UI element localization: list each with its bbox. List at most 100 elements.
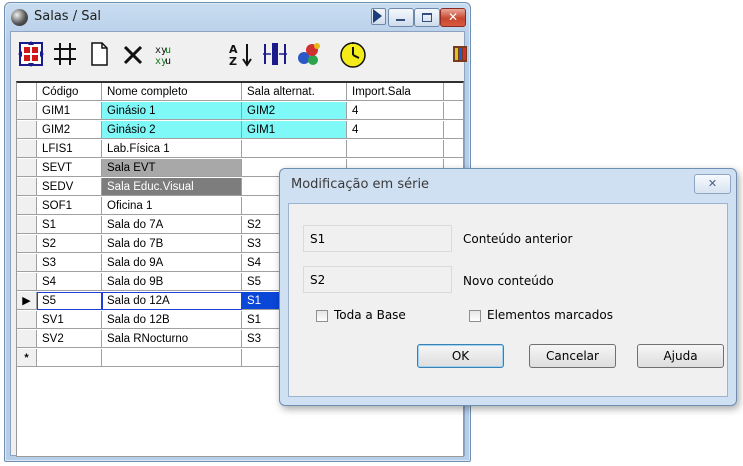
cell-code[interactable]: S3	[37, 254, 102, 272]
cell-code[interactable]: S2	[37, 235, 102, 253]
maximize-icon	[422, 13, 432, 22]
minimize-icon	[396, 19, 405, 21]
delete-x-icon[interactable]	[117, 38, 149, 70]
marked-elements-label: Elementos marcados	[487, 308, 613, 322]
grid-select-icon[interactable]	[15, 38, 47, 70]
header-sala-alternat[interactable]: Sala alternat.	[242, 83, 347, 101]
cell-alt-room[interactable]: GIM2	[242, 102, 347, 120]
sort-az-icon[interactable]: AZ	[225, 38, 257, 70]
current-row-indicator[interactable]: ▶	[17, 292, 37, 310]
row-indicator[interactable]	[17, 273, 37, 291]
cell-name[interactable]: Oficina 1	[102, 197, 242, 215]
marked-elements-checkbox[interactable]	[469, 310, 481, 322]
cell-importance[interactable]: 4	[347, 121, 444, 139]
header-filler	[444, 83, 463, 101]
cell-importance[interactable]	[347, 140, 444, 158]
cell-name[interactable]: Sala do 12B	[102, 311, 242, 329]
cell-name[interactable]: Sala do 9A	[102, 254, 242, 272]
row-indicator[interactable]	[17, 216, 37, 234]
cell-filler	[444, 140, 463, 158]
cell-code[interactable]: GIM1	[37, 102, 102, 120]
row-indicator[interactable]	[17, 311, 37, 329]
cell-name[interactable]: Sala do 12A	[102, 292, 242, 310]
cell-code[interactable]: LFIS1	[37, 140, 102, 158]
old-content-field[interactable]: S1	[303, 225, 452, 252]
ok-button[interactable]: OK	[417, 344, 504, 368]
table-row[interactable]: GIM1 Ginásio 1 GIM2 4	[17, 102, 463, 121]
header-import-sala[interactable]: Import.Sala	[347, 83, 444, 101]
dialog-close-button[interactable]: ✕	[694, 174, 731, 194]
cell-name[interactable]: Sala do 9B	[102, 273, 242, 291]
play-icon	[373, 9, 382, 23]
row-indicator[interactable]	[17, 140, 37, 158]
cancel-button[interactable]: Cancelar	[529, 344, 616, 368]
palette-icon[interactable]	[293, 38, 325, 70]
cell-filler	[444, 121, 463, 139]
cell-importance[interactable]: 4	[347, 102, 444, 120]
cell-code[interactable]: SV1	[37, 311, 102, 329]
row-indicator[interactable]	[17, 121, 37, 139]
more-icon[interactable]	[443, 38, 467, 70]
cell-code[interactable]: GIM2	[37, 121, 102, 139]
dialog-body: S1 Conteúdo anterior S2 Novo conteúdo To…	[288, 203, 728, 397]
help-button[interactable]: Ajuda	[637, 344, 724, 368]
row-indicator[interactable]	[17, 102, 37, 120]
cell-name[interactable]: Sala Educ.Visual	[102, 178, 242, 196]
cell-code[interactable]: S1	[37, 216, 102, 234]
new-document-icon[interactable]	[83, 38, 115, 70]
row-indicator[interactable]	[17, 235, 37, 253]
play-button[interactable]	[371, 8, 386, 25]
dialog-title: Modificação em série	[291, 177, 430, 192]
new-content-label: Novo conteúdo	[463, 274, 554, 288]
cell-name[interactable]: Ginásio 1	[102, 102, 242, 120]
header-indicator-cell	[17, 83, 37, 101]
whole-base-checkbox[interactable]	[316, 310, 328, 322]
row-indicator[interactable]	[17, 330, 37, 348]
cell-name[interactable]: Sala do 7B	[102, 235, 242, 253]
cell-name[interactable]: Sala do 7A	[102, 216, 242, 234]
old-content-label: Conteúdo anterior	[463, 232, 573, 246]
cell-code[interactable]: S4	[37, 273, 102, 291]
header-codigo[interactable]: Código	[37, 83, 102, 101]
cell-name[interactable]: Sala RNocturno	[102, 330, 242, 348]
header-nome-completo[interactable]: Nome completo	[102, 83, 242, 101]
svg-text:Z: Z	[229, 55, 237, 68]
table-row[interactable]: LFIS1 Lab.Física 1	[17, 140, 463, 159]
cell-alt-room[interactable]	[242, 140, 347, 158]
cell-name[interactable]: Lab.Física 1	[102, 140, 242, 158]
cell-alt-room[interactable]: GIM1	[242, 121, 347, 139]
cell-code[interactable]	[37, 349, 102, 367]
svg-text:u: u	[165, 45, 171, 56]
cell-code[interactable]: SEDV	[37, 178, 102, 196]
column-split-icon[interactable]	[259, 38, 291, 70]
table-header-row: Código Nome completo Sala alternat. Impo…	[17, 83, 463, 102]
hash-grid-icon[interactable]	[49, 38, 81, 70]
row-indicator[interactable]	[17, 159, 37, 177]
clock-icon[interactable]	[337, 38, 369, 70]
cell-name[interactable]: Sala EVT	[102, 159, 242, 177]
minimize-button[interactable]	[388, 8, 414, 27]
svg-text:u: u	[165, 56, 171, 67]
replace-icon[interactable]: xy u xy u	[151, 38, 183, 70]
cell-code[interactable]: SV2	[37, 330, 102, 348]
window-title-bar[interactable]: Salas / Sal ✕	[5, 3, 470, 31]
cell-code[interactable]: SOF1	[37, 197, 102, 215]
cell-filler	[444, 102, 463, 120]
row-indicator[interactable]	[17, 178, 37, 196]
cell-code[interactable]: S5	[37, 292, 102, 310]
app-logo-icon	[11, 9, 28, 26]
batch-modify-dialog: Modificação em série ✕ S1 Conteúdo anter…	[279, 168, 737, 406]
table-row[interactable]: GIM2 Ginásio 2 GIM1 4	[17, 121, 463, 140]
cell-name[interactable]: Ginásio 2	[102, 121, 242, 139]
row-indicator[interactable]	[17, 197, 37, 215]
cell-name[interactable]	[102, 349, 242, 367]
cell-code[interactable]: SEVT	[37, 159, 102, 177]
toolbar: xy u xy u AZ	[11, 32, 467, 78]
whole-base-label: Toda a Base	[334, 308, 406, 322]
new-row-indicator[interactable]: *	[17, 349, 37, 367]
close-button[interactable]: ✕	[440, 8, 466, 27]
window-title: Salas / Sal	[34, 9, 102, 24]
row-indicator[interactable]	[17, 254, 37, 272]
new-content-field[interactable]: S2	[303, 266, 452, 293]
maximize-button[interactable]	[414, 8, 440, 27]
